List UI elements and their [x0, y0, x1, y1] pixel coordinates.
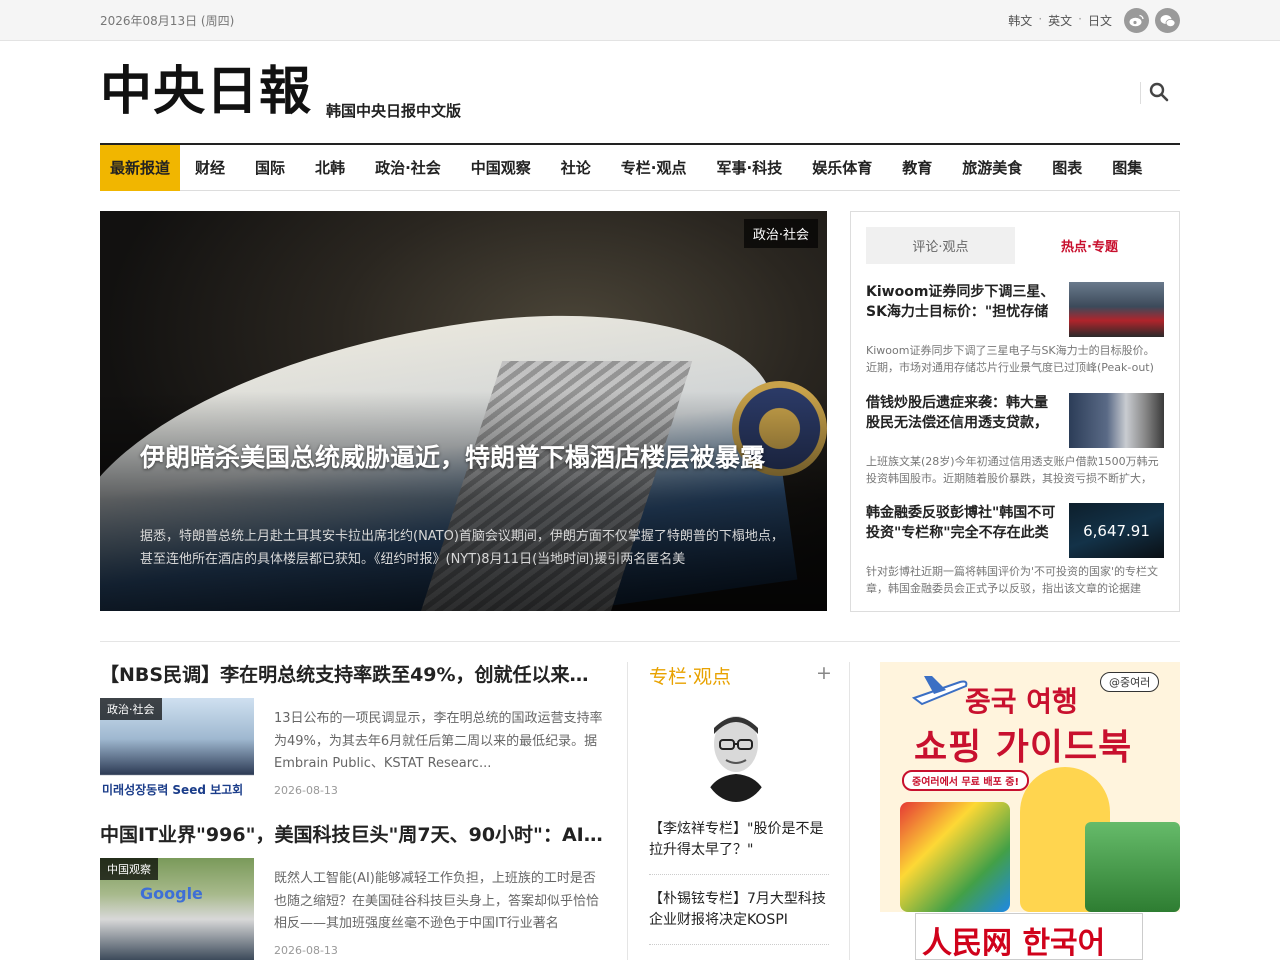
weibo-icon[interactable] — [1124, 8, 1149, 33]
hot-item-thumbnail[interactable]: 6,647.91 — [1069, 503, 1164, 558]
separator: · — [1038, 12, 1043, 26]
site-logo[interactable]: 中央日報 — [100, 62, 315, 122]
nav-item-politics-society[interactable]: 政治·社会 — [360, 145, 456, 191]
logo-text: 中央日報 — [100, 61, 313, 122]
nav-item-entertainment-sports[interactable]: 娱乐体育 — [797, 145, 887, 191]
hot-item-title[interactable]: Kiwoom证券同步下调三星、SK海力士目标价："担忧存储 — [866, 282, 1056, 322]
nav-item-columns[interactable]: 专栏·观点 — [606, 145, 702, 191]
news-thumbnail[interactable]: 政治·社会 미래성장동력 Seed 보고회 — [100, 698, 254, 800]
hot-item-title[interactable]: 借钱炒股后遗症来袭：韩大量股民无法偿还信用透支贷款， — [866, 393, 1056, 433]
hot-item-description: 上班族文某(28岁)今年初通过信用透支账户借款1500万韩元投资韩国股市。近期随… — [866, 455, 1159, 485]
separator: · — [1078, 12, 1082, 26]
news-date: 2026-08-13 — [274, 944, 338, 957]
tab-opinion[interactable]: 评论·观点 — [866, 227, 1015, 264]
hot-topics-panel: 评论·观点 热点·专题 Kiwoom证券同步下调三星、SK海力士目标价："担忧存… — [850, 211, 1180, 612]
ad-pill: 중여러에서 무료 배포 중! — [902, 770, 1030, 791]
hot-item-thumbnail[interactable] — [1069, 393, 1164, 448]
ad-headline-2: 쇼핑 가이드북 — [914, 727, 1133, 768]
current-date: 2026年08月13日 (周四) — [100, 14, 235, 28]
column-more-button[interactable]: + — [816, 662, 832, 684]
news-item[interactable]: 【NBS民调】李在明总统支持率跌至49%，创就任以来最低 政治·社会 미래성장동… — [100, 662, 606, 802]
search-icon — [1149, 82, 1169, 102]
lang-english-link[interactable]: 英文 — [1048, 12, 1072, 29]
column-divider-right — [849, 662, 850, 960]
social-links — [1124, 8, 1180, 33]
airplane-icon — [911, 676, 968, 706]
hot-item-thumbnail[interactable] — [1069, 282, 1164, 337]
news-description: 13日公布的一项民调显示，李在明总统的国政运营支持率为49%，为其去年6月就任后… — [274, 711, 603, 771]
ad-people-daily[interactable]: 人民网 한국어 — [915, 913, 1143, 960]
language-links: 韩文 · 英文 · 日文 — [1008, 12, 1112, 29]
news-item[interactable]: 中国IT业界"996"，美国科技巨头"周7天、90小时"：AI时代 中国观察 G… — [100, 822, 606, 960]
nav-item-international[interactable]: 国际 — [240, 145, 300, 191]
news-title[interactable]: 【NBS民调】李在明总统支持率跌至49%，创就任以来最低 — [100, 662, 606, 688]
hero-description: 据悉，特朗普总统上月赴土耳其安卡拉出席北约(NATO)首脑会议期间，伊朗方面不仅… — [140, 529, 784, 567]
nav-item-travel-food[interactable]: 旅游美食 — [947, 145, 1037, 191]
search-button[interactable] — [1140, 82, 1169, 104]
column-item[interactable]: 【朴锡铉专栏】7月大型科技企业财报将决定KOSPI — [649, 889, 829, 945]
tab-hot-topics[interactable]: 热点·专题 — [1015, 227, 1164, 264]
nav-item-charts[interactable]: 图表 — [1037, 145, 1097, 191]
section-divider — [100, 641, 1180, 642]
ad-headline-1: 중국 여행 — [965, 685, 1078, 718]
hero-category-tag[interactable]: 政治·社会 — [743, 219, 818, 248]
nav-item-military-tech[interactable]: 军事·科技 — [702, 145, 798, 191]
nav-item-north-korea[interactable]: 北韩 — [300, 145, 360, 191]
news-title[interactable]: 中国IT业界"996"，美国科技巨头"周7天、90小时"：AI时代 — [100, 822, 606, 848]
lang-japanese-link[interactable]: 日文 — [1088, 12, 1112, 29]
news-category-tag[interactable]: 政治·社会 — [100, 698, 162, 720]
hero-article[interactable]: 政治·社会 伊朗暗杀美国总统威胁逼近，特朗普下榻酒店楼层被暴露 据悉，特朗普总统… — [100, 211, 827, 611]
thumbnail-caption: 미래성장동력 Seed 보고회 — [102, 783, 244, 797]
wechat-icon[interactable] — [1155, 8, 1180, 33]
lang-korean-link[interactable]: 韩文 — [1008, 12, 1032, 29]
nav-item-latest[interactable]: 最新报道 — [100, 144, 181, 191]
ad-products-image — [900, 802, 1010, 912]
nav-item-editorial[interactable]: 社论 — [546, 145, 606, 191]
news-description: 既然人工智能(AI)能够减轻工作负担，上班族的工时是否也随之缩短？在美国硅谷科技… — [274, 871, 600, 931]
nav-item-gallery[interactable]: 图集 — [1097, 145, 1157, 191]
nav-item-finance[interactable]: 财经 — [180, 145, 240, 191]
nav-item-education[interactable]: 教育 — [887, 145, 947, 191]
column-heading[interactable]: 专栏·观点 — [649, 662, 731, 689]
column-divider-left — [627, 662, 628, 960]
hero-title[interactable]: 伊朗暗杀美国总统威胁逼近，特朗普下榻酒店楼层被暴露 — [140, 439, 780, 476]
ad-badge: @중여러 — [1100, 672, 1160, 692]
top-bar: 2026年08月13日 (周四) 韩文 · 英文 · 日文 — [0, 0, 1280, 41]
ad-products-image — [1085, 822, 1180, 912]
thumbnail-index-value: 6,647.91 — [1083, 521, 1150, 540]
main-nav: 最新报道 财经 国际 北韩 政治·社会 中国观察 社论 专栏·观点 军事·科技 … — [100, 143, 1180, 191]
columnist-avatar[interactable] — [700, 704, 772, 802]
hot-item-description: 针对彭博社近期一篇将韩国评价为'不可投资的国家'的专栏文章，韩国金融委员会正式予… — [866, 565, 1159, 595]
thumbnail-caption: Google — [140, 884, 203, 903]
news-date: 2026-08-13 — [274, 784, 338, 797]
hot-item-description: Kiwoom证券同步下调了三星电子与SK海力士的目标股价。近期，市场对通用存储芯… — [866, 344, 1155, 374]
column-item[interactable]: 【李炫祥专栏】"股价是不是拉升得太早了？" — [649, 819, 829, 875]
ad-china-shopping-guide[interactable]: @중여러 중국 여행 쇼핑 가이드북 중여러에서 무료 배포 중! — [880, 662, 1180, 912]
ad-people-daily-text: 人民网 한국어 — [922, 926, 1106, 960]
news-category-tag[interactable]: 中国观察 — [100, 858, 158, 880]
hot-tabs: 评论·观点 热点·专题 — [866, 227, 1164, 264]
hot-item-title[interactable]: 韩金融委反驳彭博社"韩国不可投资"专栏称"完全不存在此类 — [866, 503, 1056, 543]
news-thumbnail[interactable]: 中国观察 Google — [100, 858, 254, 960]
site-subtitle: 韩国中央日报中文版 — [326, 102, 462, 120]
nav-item-china-watch[interactable]: 中国观察 — [456, 145, 546, 191]
